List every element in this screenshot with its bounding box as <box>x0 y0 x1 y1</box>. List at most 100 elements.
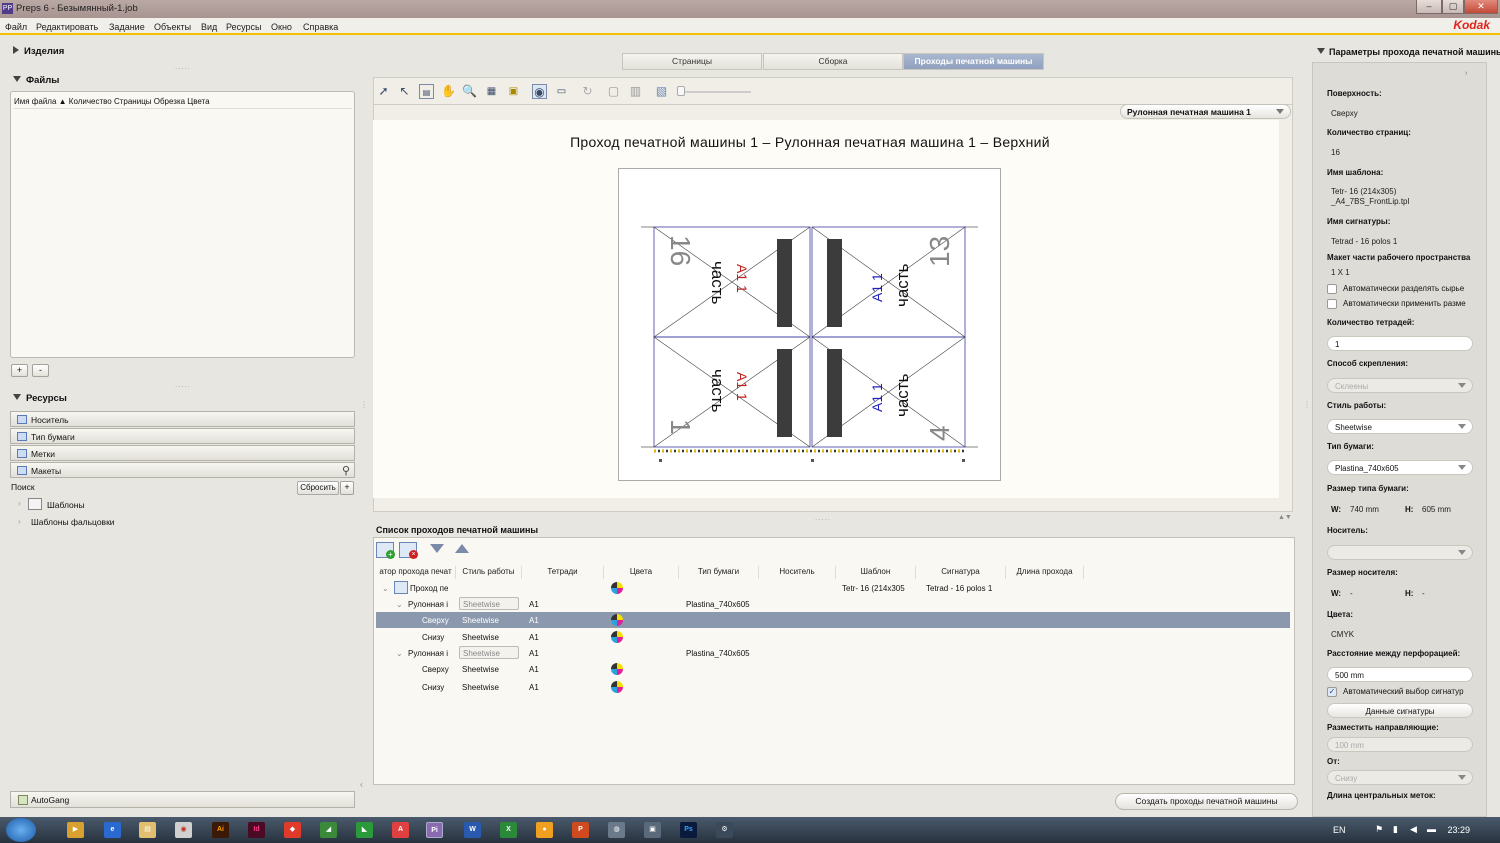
resource-paper-type[interactable]: Тип бумаги <box>10 428 355 444</box>
table-row[interactable]: Снизу Sheetwise A1 <box>376 629 1290 645</box>
rulers-icon[interactable]: ▣ <box>506 84 521 99</box>
scroll-icon[interactable]: › <box>1465 70 1467 77</box>
zoom-slider-handle[interactable] <box>677 86 685 96</box>
remove-file-button[interactable]: - <box>32 364 49 377</box>
clock[interactable]: 23:29 <box>1447 825 1470 835</box>
delete-press-run-icon[interactable]: × <box>399 542 418 559</box>
create-press-runs-button[interactable]: Создать проходы печатной машины <box>1115 793 1298 810</box>
media-select[interactable] <box>1327 545 1473 560</box>
select-arrow-icon[interactable]: ➚ <box>376 84 391 99</box>
page-select-icon[interactable]: ▤ <box>419 84 434 99</box>
paper-type-select[interactable]: Plastina_740x605 <box>1327 460 1473 475</box>
illustrator-icon[interactable]: Ai <box>212 822 229 838</box>
col-header-media[interactable]: Носитель <box>759 566 836 579</box>
volume-icon[interactable]: ◀ <box>1410 824 1417 835</box>
tab-assembly[interactable]: Сборка <box>763 53 903 70</box>
binding-select[interactable]: Склеены <box>1327 378 1473 393</box>
menu-job[interactable]: Задание <box>109 22 145 32</box>
col-header-name[interactable]: атор прохода печат <box>376 566 456 579</box>
tab-pages[interactable]: Страницы <box>622 53 762 70</box>
zoom-icon[interactable]: 🔍 <box>462 84 477 99</box>
products-section[interactable]: Изделия <box>13 46 64 57</box>
network-icon[interactable]: ▮ <box>1393 824 1398 835</box>
app-icon-green[interactable]: ◢ <box>320 822 337 838</box>
expand-collapse-icon[interactable]: ▲▼ <box>1278 514 1292 521</box>
menu-window[interactable]: Окно <box>271 22 292 32</box>
view-icon[interactable]: ◉ <box>532 84 547 99</box>
search-icon[interactable]: ⚲ <box>342 464 350 477</box>
table-row-selected[interactable]: Сверху Sheetwise A1 <box>376 612 1290 628</box>
collapse-icon[interactable]: ⌄ <box>396 649 403 658</box>
app-icon-green-2[interactable]: ◣ <box>356 822 373 838</box>
table-row[interactable]: ⌄ Рулонная і Sheetwise A1 Plastina_740x6… <box>376 596 1290 612</box>
acrobat-icon[interactable]: A <box>392 822 409 838</box>
explorer-icon[interactable]: ▤ <box>139 822 156 838</box>
col-header-paper[interactable]: Тип бумаги <box>679 566 759 579</box>
move-down-icon[interactable] <box>430 544 444 553</box>
ie-icon[interactable]: e <box>104 822 121 838</box>
col-header-tetrads[interactable]: Тетради <box>522 566 604 579</box>
files-section[interactable]: Файлы <box>13 75 59 86</box>
rotate-icon[interactable]: ↻ <box>580 84 595 99</box>
close-button[interactable]: ✕ <box>1464 0 1498 14</box>
hand-icon[interactable]: ✋ <box>441 84 456 99</box>
settings-icon[interactable]: ⚙ <box>716 822 733 838</box>
autogang-bar[interactable]: AutoGang <box>10 791 355 808</box>
menu-resources[interactable]: Ресурсы <box>226 22 262 32</box>
press-sheet[interactable]: 16 часть A1 1 13 часть A1 1 1 часть A1 1… <box>618 168 1001 481</box>
align-icon[interactable]: ▢ <box>606 84 621 99</box>
menu-file[interactable]: Файл <box>5 22 27 32</box>
add-file-button[interactable]: + <box>11 364 28 377</box>
menu-objects[interactable]: Объекты <box>154 22 191 32</box>
media-player-icon[interactable]: ▶ <box>67 822 84 838</box>
app-icon-orange[interactable]: ● <box>536 822 553 838</box>
add-press-run-icon[interactable]: + <box>376 542 395 559</box>
word-icon[interactable]: W <box>464 822 481 838</box>
press-machine-select[interactable]: Рулонная печатная машина 1 <box>1120 104 1291 119</box>
tree-item-fold-templates[interactable]: Шаблоны фальцовки <box>31 517 115 527</box>
flag-icon[interactable]: ⚑ <box>1375 824 1383 835</box>
app-icon-gray[interactable]: ▣ <box>644 822 661 838</box>
fit-icon[interactable]: ▧ <box>654 84 669 99</box>
measure-icon[interactable]: ▭ <box>554 84 569 99</box>
start-button[interactable] <box>6 818 36 842</box>
arrange-icon[interactable]: ▥ <box>628 84 643 99</box>
collapse-left-icon[interactable]: ‹ <box>360 780 363 789</box>
files-list[interactable]: Имя файла ▲ Количество Страницы Обрезка … <box>10 91 355 358</box>
app-icon-red[interactable]: ◆ <box>284 822 301 838</box>
indesign-icon[interactable]: Id <box>248 822 265 838</box>
menu-help[interactable]: Справка <box>303 22 338 32</box>
menu-edit[interactable]: Редактировать <box>36 22 98 32</box>
resource-media[interactable]: Носитель <box>10 411 355 427</box>
battery-icon[interactable]: ▬ <box>1427 824 1436 834</box>
auto-signature-checkbox[interactable]: ✓ <box>1327 687 1337 697</box>
powerpoint-icon[interactable]: P <box>572 822 589 838</box>
minimize-button[interactable]: – <box>1416 0 1442 14</box>
collapse-icon[interactable]: ⌄ <box>396 600 403 609</box>
auto-apply-checkbox[interactable] <box>1327 299 1337 309</box>
tetrad-count-input[interactable]: 1 <box>1327 336 1473 351</box>
col-header-template[interactable]: Шаблон <box>836 566 916 579</box>
col-header-run-length[interactable]: Длина прохода <box>1006 566 1084 579</box>
col-header-signature[interactable]: Сигнатура <box>916 566 1006 579</box>
add-resource-button[interactable]: + <box>340 481 354 495</box>
signature-data-button[interactable]: Данные сигнатуры <box>1327 703 1473 718</box>
photoshop-icon[interactable]: Ps <box>680 822 697 838</box>
files-list-header[interactable]: Имя файла ▲ Количество Страницы Обрезка … <box>14 97 352 109</box>
from-select[interactable]: Снизу <box>1327 770 1473 785</box>
table-row[interactable]: ⌄ Проход пе Tetr- 16 (214x305 Tetrad - 1… <box>376 580 1290 596</box>
tree-expand-icon[interactable]: › <box>18 517 21 526</box>
col-header-colors[interactable]: Цвета <box>604 566 679 579</box>
tree-expand-icon[interactable]: › <box>18 499 21 508</box>
collapse-icon[interactable]: ⌄ <box>382 584 389 593</box>
resource-marks[interactable]: Метки <box>10 445 355 461</box>
maximize-button[interactable]: ▢ <box>1442 0 1464 14</box>
tree-item-templates[interactable]: Шаблоны <box>47 500 85 510</box>
table-row[interactable]: Снизу Sheetwise A1 <box>376 679 1290 695</box>
language-indicator[interactable]: EN <box>1333 825 1346 835</box>
col-header-style[interactable]: Стиль работы <box>456 566 522 579</box>
zoom-slider[interactable] <box>679 91 751 93</box>
tab-press-runs[interactable]: Проходы печатной машины <box>903 53 1044 70</box>
reset-button[interactable]: Сбросить <box>297 481 339 495</box>
menu-view[interactable]: Вид <box>201 22 217 32</box>
